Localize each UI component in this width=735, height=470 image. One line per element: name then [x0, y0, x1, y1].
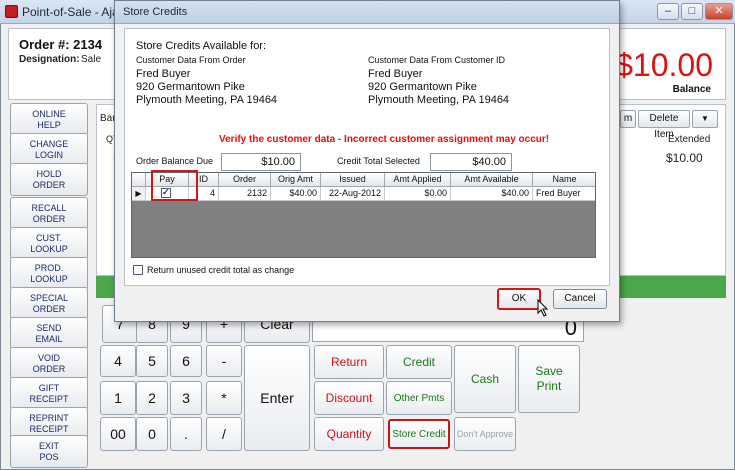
- grid-corner: [132, 173, 146, 187]
- void-order-button[interactable]: VOID ORDER: [10, 347, 88, 380]
- dont-approve-button[interactable]: Don't Approve: [454, 417, 516, 451]
- key-1[interactable]: 1: [100, 381, 136, 415]
- other-pmts-button[interactable]: Other Pmts: [386, 381, 452, 415]
- minimize-button[interactable]: –: [657, 3, 679, 20]
- ok-button[interactable]: OK: [497, 288, 541, 310]
- order-customer-name: Fred Buyer: [136, 68, 191, 80]
- verify-warning: Verify the customer data - Incorrect cus…: [219, 134, 550, 145]
- id-customer-name: Fred Buyer: [368, 68, 423, 80]
- key-divide[interactable]: /: [206, 417, 242, 451]
- grid-header-name[interactable]: Name: [533, 173, 595, 187]
- delete-item-button[interactable]: Delete Item: [638, 110, 690, 140]
- grid-header-issued[interactable]: Issued: [321, 173, 385, 187]
- from-order-label: Customer Data From Order: [136, 55, 246, 65]
- order-balance-label: Order Balance Due: [136, 156, 214, 166]
- order-balance-field[interactable]: $10.00: [221, 153, 301, 171]
- return-button[interactable]: Return: [314, 345, 384, 379]
- dropdown-arrow-button[interactable]: ▼: [692, 110, 718, 128]
- grid-header-order[interactable]: Order: [219, 173, 271, 187]
- send-email-button[interactable]: SEND EMAIL: [10, 317, 88, 350]
- balance-amount: $10.00: [615, 47, 713, 83]
- key-2[interactable]: 2: [136, 381, 168, 415]
- balance-label: Balance: [672, 84, 711, 95]
- dialog-body: Store Credits Available for: Customer Da…: [124, 28, 610, 286]
- quantity-button[interactable]: Quantity: [314, 417, 384, 451]
- key-minus[interactable]: -: [206, 345, 242, 377]
- key-multiply[interactable]: *: [206, 381, 242, 415]
- key-4[interactable]: 4: [100, 345, 136, 377]
- extended-header: Extended: [668, 134, 711, 145]
- order-number: Order #: 2134: [19, 37, 103, 52]
- grid-header-amt-available[interactable]: Amt Available: [451, 173, 533, 187]
- grid-cell-order: 2132: [219, 187, 271, 201]
- store-credit-button[interactable]: Store Credit: [388, 419, 450, 449]
- key-00[interactable]: 00: [100, 417, 136, 451]
- cash-button[interactable]: Cash: [454, 345, 516, 413]
- designation-value: Sale: [81, 54, 102, 65]
- grid-cell-issued: 22-Aug-2012: [321, 187, 385, 201]
- key-decimal[interactable]: .: [170, 417, 202, 451]
- id-customer-street: 920 Germantown Pike: [368, 81, 477, 93]
- exit-pos-button[interactable]: EXIT POS: [10, 435, 88, 468]
- credit-button[interactable]: Credit: [386, 345, 452, 379]
- maximize-button[interactable]: □: [681, 3, 703, 20]
- order-customer-street: 920 Germantown Pike: [136, 81, 245, 93]
- special-order-button[interactable]: SPECIAL ORDER: [10, 287, 88, 320]
- key-6[interactable]: 6: [170, 345, 202, 377]
- grid-cell-orig-amt: $40.00: [271, 187, 321, 201]
- grid-header-amt-applied[interactable]: Amt Applied: [385, 173, 451, 187]
- grid-header-orig-amt[interactable]: Orig Amt: [271, 173, 321, 187]
- id-customer-city: Plymouth Meeting, PA 19464: [368, 94, 510, 106]
- grid-cell-amt-available: $40.00: [451, 187, 533, 201]
- gift-receipt-button[interactable]: GIFT RECEIPT: [10, 377, 88, 410]
- return-unused-checkbox[interactable]: [133, 265, 143, 275]
- pay-highlight-box: [151, 170, 198, 201]
- key-3[interactable]: 3: [170, 381, 202, 415]
- change-login-button[interactable]: CHANGE LOGIN: [10, 133, 88, 166]
- grid-cell-amt-applied: $0.00: [385, 187, 451, 201]
- designation-label: Designation:: [19, 54, 80, 65]
- credit-total-field[interactable]: $40.00: [430, 153, 512, 171]
- store-credits-dialog: Store Credits Store Credits Available fo…: [114, 0, 620, 322]
- hold-order-button[interactable]: HOLD ORDER: [10, 163, 88, 196]
- partial-button[interactable]: m: [620, 110, 636, 128]
- recall-order-button[interactable]: RECALL ORDER: [10, 197, 88, 230]
- credit-total-label: Credit Total Selected: [337, 156, 420, 166]
- prod-lookup-button[interactable]: PROD. LOOKUP: [10, 257, 88, 290]
- cancel-button[interactable]: Cancel: [553, 289, 607, 309]
- dialog-title-bar: Store Credits: [115, 1, 619, 24]
- app-icon: [5, 5, 18, 18]
- cust-lookup-button[interactable]: CUST. LOOKUP: [10, 227, 88, 260]
- return-unused-label: Return unused credit total as change: [147, 265, 295, 275]
- key-5[interactable]: 5: [136, 345, 168, 377]
- extended-value: $10.00: [666, 151, 703, 165]
- online-help-button[interactable]: ONLINE HELP: [10, 103, 88, 136]
- discount-button[interactable]: Discount: [314, 381, 384, 415]
- close-button[interactable]: ✕: [705, 3, 733, 20]
- credits-grid: Pay ID Order Orig Amt Issued Amt Applied…: [131, 172, 596, 258]
- enter-button[interactable]: Enter: [244, 345, 310, 451]
- grid-cell-name: Fred Buyer: [533, 187, 595, 201]
- mouse-cursor-icon: [537, 299, 549, 317]
- order-customer-city: Plymouth Meeting, PA 19464: [136, 94, 278, 106]
- from-id-label: Customer Data From Customer ID: [368, 55, 506, 65]
- save-print-button[interactable]: Save Print: [518, 345, 580, 413]
- key-0[interactable]: 0: [136, 417, 168, 451]
- row-selector-icon[interactable]: ▶: [132, 187, 146, 201]
- dialog-title: Store Credits: [123, 6, 188, 18]
- available-for-label: Store Credits Available for:: [136, 40, 267, 52]
